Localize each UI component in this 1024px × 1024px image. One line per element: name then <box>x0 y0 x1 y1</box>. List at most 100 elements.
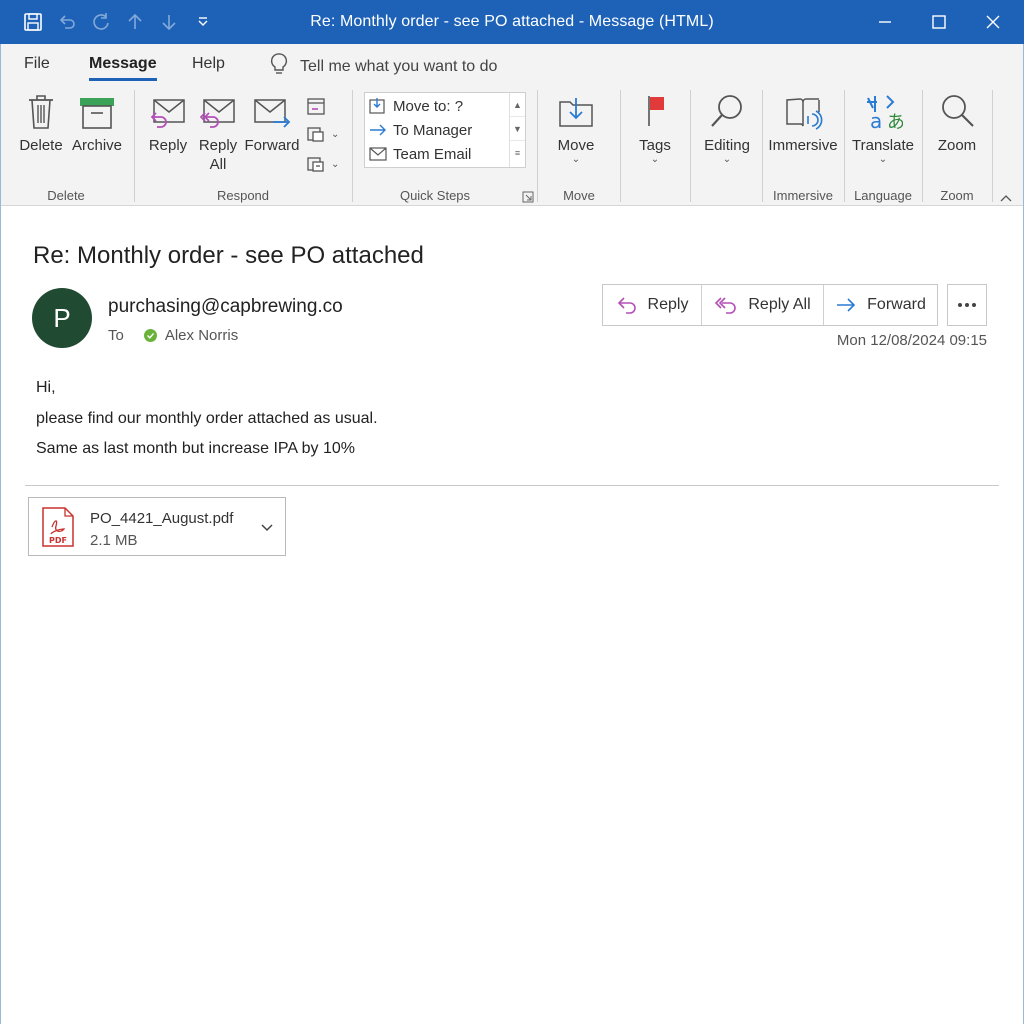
chevron-down-icon: ⌄ <box>650 154 660 165</box>
translate-icon: aあ <box>867 95 903 132</box>
ribbon-separator <box>352 90 353 202</box>
presence-available-icon <box>143 329 157 342</box>
reply-all-ribbon-label-2: All <box>209 156 227 173</box>
minimize-button[interactable] <box>858 0 912 44</box>
reply-all-ribbon-label-1: Reply <box>198 137 238 154</box>
tab-message[interactable]: Message <box>89 55 157 81</box>
reply-button[interactable]: Reply <box>603 285 702 325</box>
move-group-label: Move <box>563 188 595 203</box>
translate-button[interactable]: aあ Translate ⌄ <box>852 92 914 165</box>
svg-text:PDF: PDF <box>49 536 67 545</box>
chevron-down-icon[interactable] <box>259 519 275 540</box>
ribbon-separator <box>992 90 993 202</box>
search-icon <box>711 95 742 127</box>
immersive-reader-button[interactable]: Immersive <box>768 92 838 155</box>
chevron-up-icon[interactable]: ▲ <box>510 93 525 117</box>
message-actions: Reply Reply All Forward <box>602 284 938 326</box>
sender-address[interactable]: purchasing@capbrewing.co <box>108 296 343 318</box>
move-to-icon <box>369 98 385 114</box>
attachment-size: 2.1 MB <box>90 532 138 549</box>
pdf-file-icon: PDF <box>41 507 75 552</box>
collapse-ribbon-icon[interactable] <box>1000 190 1012 208</box>
window-frame <box>0 44 1 1024</box>
tell-me-search[interactable]: Tell me what you want to do <box>268 52 497 81</box>
respond-group-label: Respond <box>216 188 270 203</box>
more-icon <box>958 303 976 307</box>
forward-mail-icon <box>254 99 291 128</box>
immersive-reader-icon <box>786 98 823 130</box>
reply-mail-icon <box>150 99 185 128</box>
zoom-label: Zoom <box>937 137 977 154</box>
avatar[interactable]: P <box>32 288 92 348</box>
move-button[interactable]: Move ⌄ <box>552 92 600 165</box>
trash-icon <box>29 95 53 129</box>
ribbon-separator <box>844 90 845 202</box>
archive-button[interactable]: Archive <box>72 92 122 155</box>
move-label: Move <box>557 137 595 154</box>
reply-all-button[interactable]: Reply All <box>702 285 824 325</box>
translate-label: Translate <box>852 137 914 154</box>
attachment-divider <box>25 485 999 486</box>
chevron-down-icon: ⌄ <box>878 154 888 165</box>
menu-bar: File Message Help Tell me what you want … <box>0 44 1024 86</box>
forward-button[interactable]: Forward <box>824 285 937 325</box>
more-respond-button[interactable]: ⌄ <box>305 154 339 174</box>
delete-group-label: Delete <box>47 188 85 203</box>
calendar-reply-icon <box>307 98 325 115</box>
forward-icon <box>837 298 856 312</box>
im-reply-button[interactable]: ⌄ <box>305 124 339 144</box>
immersive-group-label: Immersive <box>773 188 833 203</box>
close-button[interactable] <box>966 0 1020 44</box>
quick-step-to-manager[interactable]: To Manager <box>369 121 472 139</box>
editing-button[interactable]: Editing ⌄ <box>702 92 752 165</box>
quick-steps-scrollbar[interactable]: ▲ ▼ ≡ <box>509 93 525 167</box>
archive-label: Archive <box>71 137 123 154</box>
chevron-down-icon: ⌄ <box>331 128 340 140</box>
zoom-button[interactable]: Zoom <box>934 92 980 155</box>
language-group-label: Language <box>854 188 912 203</box>
expand-gallery-icon[interactable]: ≡ <box>510 141 525 165</box>
tab-help[interactable]: Help <box>192 55 225 73</box>
chevron-down-icon: ⌄ <box>331 158 340 170</box>
more-respond-icon <box>307 157 324 172</box>
more-actions-button[interactable] <box>947 284 987 326</box>
ribbon-separator <box>620 90 621 202</box>
quick-step-move-to[interactable]: Move to: ? <box>369 97 463 115</box>
recipient-name[interactable]: Alex Norris <box>165 327 238 344</box>
chevron-down-icon[interactable]: ▼ <box>510 117 525 141</box>
recipient-row: To Alex Norris <box>108 327 238 344</box>
quick-steps-gallery: Move to: ? To Manager Team Email ▲ ▼ ≡ <box>364 92 526 168</box>
reply-all-ribbon-button[interactable]: Reply All <box>195 92 241 174</box>
move-folder-icon <box>559 98 593 127</box>
reply-all-mail-icon <box>199 99 235 128</box>
message-date: Mon 12/08/2024 09:15 <box>836 332 987 349</box>
delete-label: Delete <box>19 137 63 154</box>
title-bar: Re: Monthly order - see PO attached - Me… <box>0 0 1024 44</box>
ribbon-separator <box>537 90 538 202</box>
forward-ribbon-button[interactable]: Forward <box>244 92 300 155</box>
reply-ribbon-button[interactable]: Reply <box>145 92 191 155</box>
zoom-group-label: Zoom <box>940 188 974 203</box>
meeting-reply-button[interactable] <box>305 96 327 116</box>
zoom-icon <box>942 95 974 127</box>
forward-ribbon-label: Forward <box>244 137 300 154</box>
tell-me-label: Tell me what you want to do <box>300 57 498 75</box>
attachment-name: PO_4421_August.pdf <box>90 510 234 527</box>
body-line: please find our monthly order attached a… <box>36 410 378 427</box>
maximize-button[interactable] <box>912 0 966 44</box>
lightbulb-icon <box>268 52 290 81</box>
quick-steps-group-label: Quick Steps <box>399 188 471 203</box>
svg-text:a: a <box>870 109 882 132</box>
delete-button[interactable]: Delete <box>18 92 64 155</box>
reply-icon <box>617 297 636 314</box>
svg-text:あ: あ <box>887 112 903 132</box>
quick-step-team-email[interactable]: Team Email <box>369 145 471 163</box>
flag-icon <box>648 96 664 126</box>
tab-file[interactable]: File <box>24 55 50 73</box>
ribbon-separator <box>922 90 923 202</box>
attachment-card[interactable]: PDF PO_4421_August.pdf 2.1 MB <box>28 497 286 556</box>
tags-button[interactable]: Tags ⌄ <box>634 92 676 165</box>
to-label: To <box>108 327 124 344</box>
body-line: Same as last month but increase IPA by 1… <box>36 440 355 457</box>
dialog-launcher-icon[interactable] <box>522 190 534 208</box>
